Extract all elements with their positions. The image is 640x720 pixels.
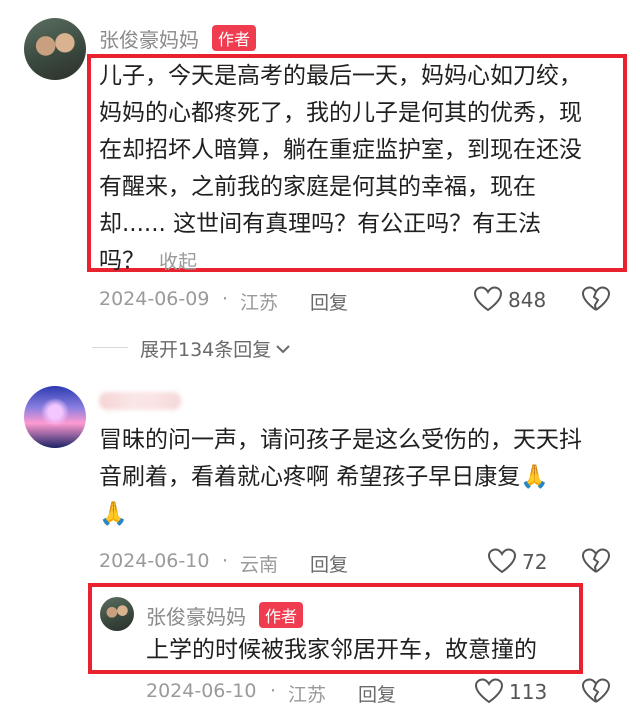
heart-icon[interactable] — [473, 286, 503, 312]
like-count: 848 — [508, 288, 547, 312]
meta-separator: · — [270, 680, 277, 702]
meta-separator: · — [222, 288, 229, 310]
comment-location: 云南 — [240, 554, 279, 576]
comment-text: 冒昧的问一声，请问孩子是这么受伤的，天天抖 音刷着，看着就心疼啊 希望孩子早日康… — [99, 427, 582, 527]
chevron-down-icon — [275, 338, 291, 360]
reply-avatar[interactable] — [100, 597, 134, 631]
comment-date: 2024-06-09 — [99, 288, 210, 310]
author-badge: 作者 — [212, 25, 257, 51]
author-name-blurred[interactable] — [99, 392, 181, 410]
reply-author-name[interactable]: 张俊豪妈妈 — [146, 601, 246, 630]
comment-text: 儿子，今天是高考的最后一天，妈妈心如刀绞， 妈妈的心都疼死了，我的儿子是何其的优… — [99, 58, 582, 281]
broken-heart-icon[interactable] — [581, 286, 611, 312]
heart-icon[interactable] — [487, 548, 517, 574]
reply-text: 上学的时候被我家邻居开车，故意撞的 — [146, 637, 537, 663]
reply-button[interactable]: 回复 — [310, 550, 348, 577]
reply-button[interactable]: 回复 — [358, 680, 396, 707]
comment-location: 江苏 — [240, 292, 279, 314]
reply-date: 2024-06-10 — [146, 680, 257, 702]
broken-heart-icon[interactable] — [581, 548, 611, 574]
heart-icon[interactable] — [474, 678, 504, 704]
broken-heart-icon[interactable] — [581, 678, 611, 704]
like-count: 113 — [509, 680, 548, 704]
avatar[interactable] — [24, 386, 86, 448]
reply-location: 江苏 — [288, 684, 327, 706]
comment-date: 2024-06-10 — [99, 550, 210, 572]
collapse-link[interactable]: 收起 — [159, 244, 197, 281]
meta-separator: · — [222, 550, 229, 572]
expand-replies-button[interactable]: 展开134条回复 — [140, 335, 291, 362]
author-name[interactable]: 张俊豪妈妈 — [99, 24, 199, 53]
like-count: 72 — [522, 550, 548, 574]
reply-button[interactable]: 回复 — [310, 288, 348, 315]
expand-divider — [92, 347, 128, 348]
avatar[interactable] — [24, 18, 86, 80]
author-badge: 作者 — [259, 602, 304, 628]
